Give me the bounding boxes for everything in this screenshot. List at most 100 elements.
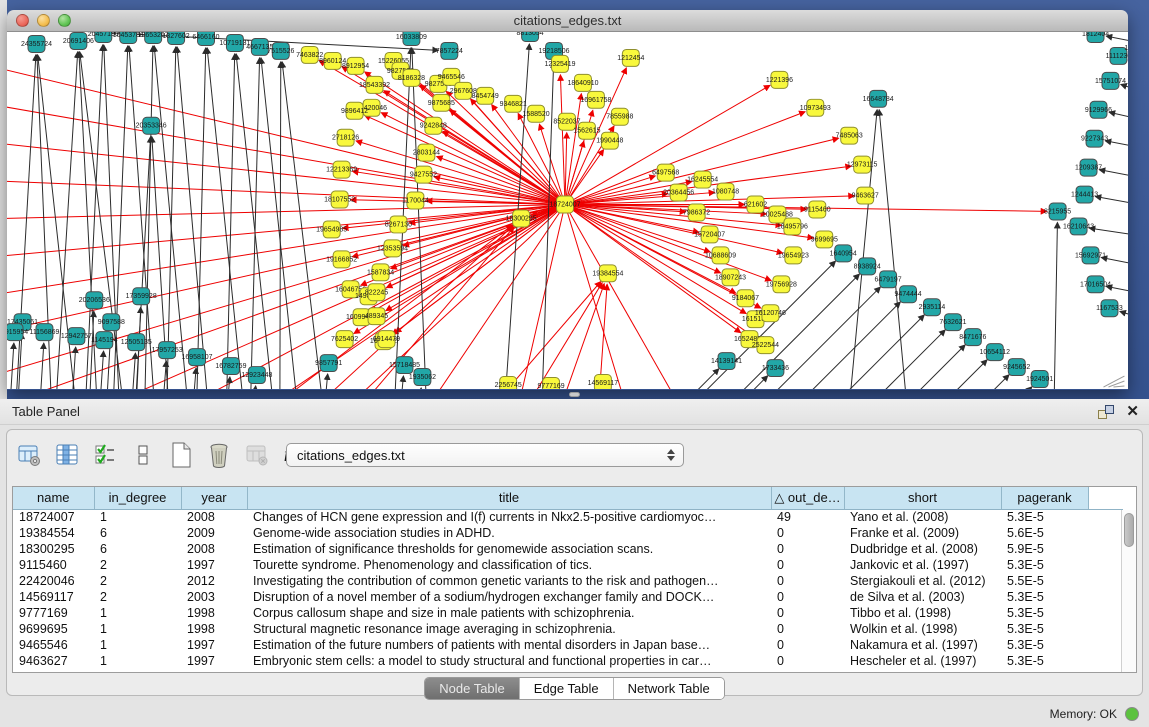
new-document-icon[interactable] xyxy=(167,441,195,469)
column-header-title[interactable]: title xyxy=(247,487,771,509)
graph-node[interactable]: 18640910 xyxy=(567,74,598,91)
table-scrollbar[interactable] xyxy=(1121,510,1136,672)
column-header-out_de…[interactable]: △ out_de… xyxy=(771,487,844,509)
rows-icon[interactable] xyxy=(129,441,157,469)
graph-node[interactable]: 19166852 xyxy=(326,251,357,268)
graph-node[interactable]: 16648784 xyxy=(863,90,894,107)
graph-node[interactable]: 822245 xyxy=(365,284,388,301)
network-view-canvas[interactable]: 2435572420691406204571961045378610653267… xyxy=(7,32,1128,389)
graph-node[interactable]: 1209387 xyxy=(1075,159,1102,176)
tab-node-table[interactable]: Node Table xyxy=(425,678,520,699)
graph-node[interactable]: 9227343 xyxy=(1081,130,1108,147)
checklist-icon[interactable] xyxy=(91,441,119,469)
graph-node[interactable]: 16210643 xyxy=(1063,218,1094,235)
float-window-icon[interactable] xyxy=(1098,405,1114,419)
graph-node[interactable]: 15751074 xyxy=(1095,72,1126,89)
graph-node[interactable]: 24355724 xyxy=(21,35,52,52)
graph-node[interactable]: 15720407 xyxy=(694,226,725,243)
graph-node[interactable]: 8215955 xyxy=(1044,203,1071,220)
graph-node[interactable]: 8813054 xyxy=(517,32,544,41)
table-row[interactable]: 969969511998Structural magnetic resonanc… xyxy=(13,621,1123,637)
graph-node[interactable]: 18907243 xyxy=(715,269,746,286)
close-window-button[interactable] xyxy=(16,14,29,27)
graph-node[interactable]: 20206536 xyxy=(79,292,110,309)
table-row[interactable]: 1456911722003Disruption of a novel membe… xyxy=(13,589,1123,605)
graph-node[interactable]: 17016504 xyxy=(1080,276,1111,293)
zoom-window-button[interactable] xyxy=(58,14,71,27)
graph-node[interactable]: 621602 xyxy=(744,196,767,213)
graph-node[interactable]: 9245652 xyxy=(1003,359,1030,376)
graph-node[interactable]: 10688609 xyxy=(705,247,736,264)
panel-splitter-handle[interactable] xyxy=(569,392,580,397)
graph-node[interactable]: 9346821 xyxy=(500,95,527,112)
graph-node[interactable]: 9184067 xyxy=(732,290,759,307)
table-row[interactable]: 977716911998Corpus callosum shape and si… xyxy=(13,605,1123,621)
graph-node[interactable]: 6497568 xyxy=(652,164,679,181)
column-header-pagerank[interactable]: pagerank xyxy=(1001,487,1088,509)
table-settings-icon[interactable] xyxy=(15,441,43,469)
column-header-name[interactable]: name xyxy=(13,487,94,509)
table-row[interactable]: 1938455462009Genome-wide association stu… xyxy=(13,525,1123,541)
resize-grip-icon[interactable] xyxy=(1113,386,1124,387)
graph-node[interactable]: 12942757 xyxy=(61,328,92,345)
graph-node[interactable]: 17957253 xyxy=(152,342,183,359)
graph-node[interactable]: 19654923 xyxy=(778,247,809,264)
graph-node[interactable]: 1733436 xyxy=(762,360,789,377)
graph-node[interactable]: 1145194 xyxy=(91,332,118,349)
graph-node[interactable]: 1212454 xyxy=(617,49,644,66)
graph-node[interactable]: 1167533 xyxy=(1096,300,1123,317)
graph-node[interactable]: 7857224 xyxy=(436,42,463,59)
minimize-window-button[interactable] xyxy=(37,14,50,27)
graph-node[interactable]: 8938924 xyxy=(854,258,881,275)
graph-node[interactable]: 9463627 xyxy=(852,187,879,204)
graph-node[interactable]: 16958107 xyxy=(182,349,213,366)
graph-node[interactable]: 10654112 xyxy=(980,344,1011,361)
graph-node[interactable]: 1812404 xyxy=(1082,32,1109,42)
graph-node[interactable]: 12353594 xyxy=(377,240,408,257)
column-visibility-icon[interactable] xyxy=(53,441,81,469)
graph-node[interactable]: 16961758 xyxy=(580,91,611,108)
close-panel-icon[interactable]: ✕ xyxy=(1126,405,1139,419)
graph-node[interactable]: 9115460 xyxy=(804,201,831,218)
graph-node[interactable]: 9474444 xyxy=(894,286,921,303)
graph-node[interactable]: 1587834 xyxy=(367,264,394,281)
table-selector-dropdown[interactable]: citations_edges.txt xyxy=(286,443,684,467)
trash-icon[interactable] xyxy=(205,441,233,469)
graph-node[interactable]: 1640954 xyxy=(830,245,857,262)
graph-node[interactable]: 16033809 xyxy=(396,32,427,45)
table-row[interactable]: 911546021997Tourette syndrome. Phenomeno… xyxy=(13,557,1123,573)
graph-node[interactable]: 9777169 xyxy=(537,378,564,389)
graph-node[interactable]: 1990448 xyxy=(596,132,623,149)
graph-node[interactable]: 7485063 xyxy=(836,127,863,144)
graph-node[interactable]: 11156869 xyxy=(29,324,59,341)
graph-node[interactable]: 2256745 xyxy=(495,377,522,389)
column-header-year[interactable]: year xyxy=(181,487,247,509)
graph-node[interactable]: 7632621 xyxy=(939,314,966,331)
graph-node[interactable]: 489345 xyxy=(365,308,388,325)
graph-node[interactable]: 9699695 xyxy=(811,231,838,248)
tab-edge-table[interactable]: Edge Table xyxy=(520,678,614,699)
graph-node[interactable]: 18543392 xyxy=(359,76,390,93)
graph-node[interactable]: 15692971 xyxy=(1075,247,1106,264)
graph-node[interactable]: 1244413 xyxy=(1071,186,1098,203)
graph-node[interactable]: 19654985 xyxy=(316,221,347,238)
graph-node[interactable]: 1080748 xyxy=(712,183,739,200)
graph-node[interactable]: 9129966 xyxy=(1085,101,1112,118)
graph-node[interactable]: 1588520 xyxy=(523,105,550,122)
graph-node[interactable]: 20364456 xyxy=(663,184,694,201)
graph-node[interactable]: 1327602 xyxy=(163,32,190,44)
graph-node[interactable]: 6479197 xyxy=(875,271,902,288)
tab-network-table[interactable]: Network Table xyxy=(614,678,724,699)
graph-node[interactable]: 7855988 xyxy=(606,108,633,125)
graph-node[interactable]: 1170044 xyxy=(402,192,429,209)
table-row[interactable]: 946362711997Embryonic stem cells: a mode… xyxy=(13,653,1123,669)
graph-node[interactable]: 19756928 xyxy=(766,276,797,293)
graph-node[interactable]: 18107552 xyxy=(324,191,355,208)
graph-node[interactable]: 19384554 xyxy=(592,265,623,282)
column-header-in_degree[interactable]: in_degree xyxy=(94,487,181,509)
graph-node[interactable]: 2718126 xyxy=(332,129,359,146)
table-scrollbar-thumb[interactable] xyxy=(1124,513,1134,547)
table-row[interactable]: 2242004622012Investigating the contribut… xyxy=(13,573,1123,589)
network-window-titlebar[interactable]: citations_edges.txt xyxy=(7,10,1128,32)
graph-node[interactable]: 2935114 xyxy=(919,299,946,316)
